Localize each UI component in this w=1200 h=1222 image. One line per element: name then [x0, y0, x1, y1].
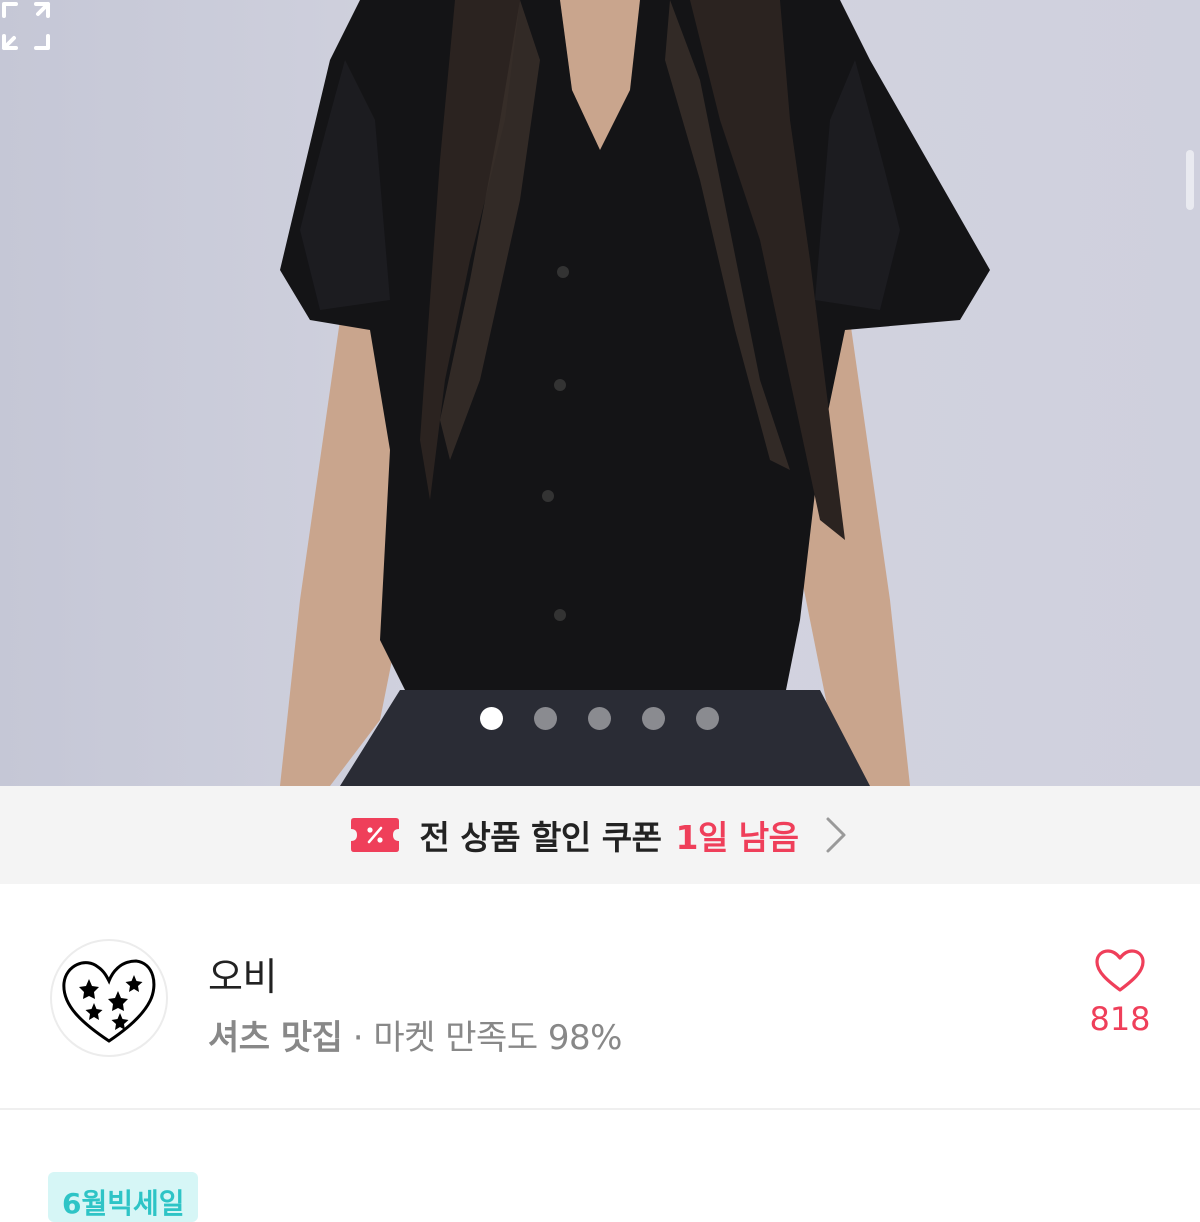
store-section: 오비 셔츠 맛집 · 마켓 만족도 98% 818 [0, 884, 1200, 1110]
product-image[interactable] [0, 0, 1200, 786]
carousel-dot[interactable] [642, 706, 665, 730]
carousel-dots [480, 706, 719, 730]
coupon-title: 전 상품 할인 쿠폰 [419, 818, 662, 857]
carousel-dot[interactable] [534, 706, 557, 730]
sale-badge: 6월빅세일 [48, 1172, 198, 1222]
coupon-remaining: 1일 남음 [675, 818, 799, 857]
coupon-link[interactable]: 전 상품 할인 쿠폰 1일 남음 [351, 811, 848, 859]
heart-stars-logo [62, 959, 156, 1043]
carousel-dot[interactable] [696, 706, 719, 730]
meta-separator: · [342, 1018, 374, 1058]
image-scrollbar[interactable] [1186, 150, 1194, 210]
store-satisfaction: 마켓 만족도 98% [373, 1018, 622, 1058]
heart-icon [1095, 949, 1145, 992]
coupon-banner[interactable]: 전 상품 할인 쿠폰 1일 남음 [0, 786, 1200, 884]
carousel-dot[interactable] [480, 706, 503, 730]
carousel-dot[interactable] [588, 706, 611, 730]
chevron-right-icon [826, 817, 846, 853]
like-count: 818 [1089, 1000, 1151, 1038]
store-avatar[interactable] [50, 939, 168, 1057]
coupon-icon [351, 818, 400, 852]
expand-icon[interactable] [0, 0, 52, 52]
store-tagline: 셔츠 맛집 [208, 1018, 343, 1058]
like-button[interactable]: 818 [1080, 948, 1160, 1038]
product-photo-figure [280, 0, 990, 786]
store-name[interactable]: 오비 [208, 946, 277, 1001]
store-meta: 셔츠 맛집 · 마켓 만족도 98% [208, 1010, 622, 1059]
